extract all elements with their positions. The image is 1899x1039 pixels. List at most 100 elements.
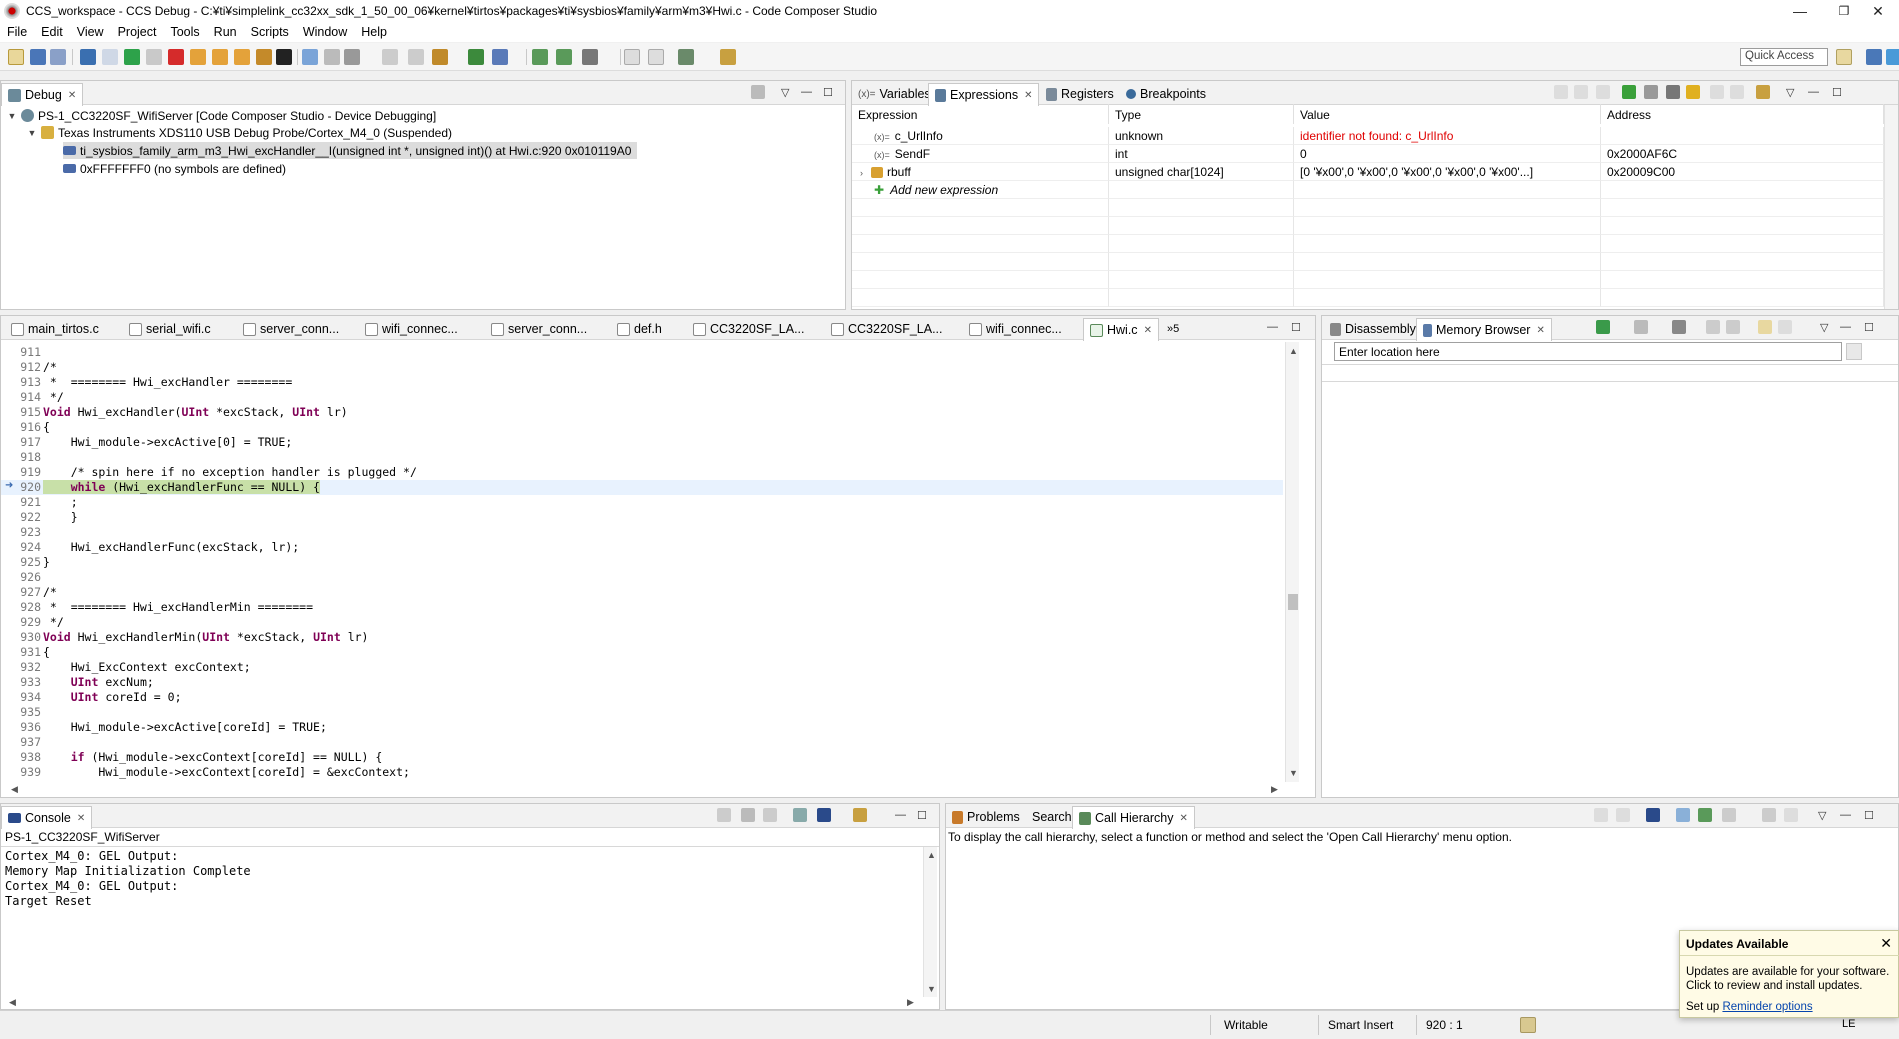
menu-project[interactable]: Project <box>111 25 164 39</box>
column-address[interactable]: Address <box>1601 104 1884 124</box>
reset-icon[interactable] <box>344 49 360 65</box>
remove-icon[interactable] <box>1644 85 1658 99</box>
refresh-icon[interactable] <box>1686 85 1700 99</box>
scroll-up-icon[interactable]: ▲ <box>1289 346 1298 356</box>
next-icon[interactable] <box>1594 808 1608 822</box>
collapse-icon[interactable] <box>1554 85 1568 99</box>
step-forward-icon[interactable] <box>556 49 572 65</box>
previous-icon[interactable] <box>1616 808 1630 822</box>
refresh-icon[interactable] <box>1596 320 1610 334</box>
scroll-right-icon[interactable]: ▶ <box>907 997 914 1008</box>
continuous-refresh-icon[interactable] <box>1756 85 1770 99</box>
maximize-view-icon[interactable]: ☐ <box>823 86 833 99</box>
reminder-options-link[interactable]: Reminder options <box>1722 1001 1812 1013</box>
pin-icon[interactable] <box>1758 320 1772 334</box>
table-row-expression[interactable]: (x)= SendF <box>852 145 1109 163</box>
layout-icon[interactable] <box>1722 808 1736 822</box>
pin-console-icon[interactable] <box>793 808 807 822</box>
ccs-perspective-icon[interactable] <box>1886 49 1899 65</box>
tab-debug[interactable]: Debug ✕ <box>1 83 84 106</box>
pin-icon[interactable] <box>1784 808 1798 822</box>
scrollbar-thumb[interactable] <box>1288 594 1298 610</box>
column-type[interactable]: Type <box>1109 104 1294 124</box>
window-icon[interactable] <box>624 49 640 65</box>
debug-icon[interactable] <box>80 49 96 65</box>
view-menu-icon[interactable]: ▽ <box>1786 86 1794 99</box>
remove-all-icon[interactable] <box>1666 85 1680 99</box>
tab-wifi-connec-1[interactable]: wifi_connec... <box>359 318 464 340</box>
add-expression-row[interactable]: ✚ Add new expression <box>852 181 1109 199</box>
minimize-view-icon[interactable]: — <box>1840 809 1851 821</box>
maximize-view-icon[interactable]: ☐ <box>1864 321 1874 334</box>
build-icon[interactable] <box>468 49 484 65</box>
vertical-scrollbar[interactable] <box>1884 105 1898 309</box>
step-over-icon[interactable] <box>212 49 228 65</box>
clear-console-icon[interactable] <box>717 808 731 822</box>
maximize-view-icon[interactable]: ☐ <box>1291 321 1301 334</box>
column-expression[interactable]: Expression <box>852 104 1109 124</box>
tab-cc3220sf-la-2[interactable]: CC3220SF_LA... <box>825 318 949 340</box>
tab-server-conn-2[interactable]: server_conn... <box>485 318 593 340</box>
terminate-icon[interactable] <box>168 49 184 65</box>
add-icon[interactable] <box>1622 85 1636 99</box>
tab-registers[interactable]: Registers <box>1040 83 1120 105</box>
column-value[interactable]: Value <box>1294 104 1601 124</box>
tab-problems[interactable]: Problems <box>946 806 1026 828</box>
close-icon[interactable]: ✕ <box>1536 325 1544 336</box>
location-input[interactable]: Enter location here <box>1334 342 1842 361</box>
minimize-button[interactable]: — <box>1778 0 1822 22</box>
assembly-step-icon[interactable] <box>256 49 272 65</box>
tab-main-tirtos[interactable]: main_tirtos.c <box>5 318 105 340</box>
scroll-lock-icon[interactable] <box>741 808 755 822</box>
step-into-icon[interactable] <box>190 49 206 65</box>
tree-item-project[interactable]: ▼ PS-1_CC3220SF_WifiServer [Code Compose… <box>7 107 437 124</box>
callees-icon[interactable] <box>1698 808 1712 822</box>
maximize-view-icon[interactable]: ☐ <box>1832 86 1842 99</box>
table-row-expression[interactable]: › rbuff <box>852 163 1109 181</box>
scroll-down-icon[interactable]: ▼ <box>1289 768 1298 778</box>
connect-icon[interactable] <box>382 49 398 65</box>
maximize-view-icon[interactable]: ☐ <box>917 809 927 822</box>
expand-arrow-icon[interactable]: ▼ <box>27 128 37 138</box>
open-perspective-icon[interactable] <box>1836 49 1852 65</box>
menu-run[interactable]: Run <box>207 25 244 39</box>
link-icon[interactable] <box>1574 85 1588 99</box>
tab-server-conn-1[interactable]: server_conn... <box>237 318 345 340</box>
step-back-icon[interactable] <box>532 49 548 65</box>
notification-body[interactable]: Updates are available for your software.… <box>1686 965 1896 993</box>
refresh-icon[interactable] <box>1762 808 1776 822</box>
tools-icon[interactable] <box>582 49 598 65</box>
settings-icon[interactable] <box>678 49 694 65</box>
menu-window[interactable]: Window <box>296 25 354 39</box>
menu-help[interactable]: Help <box>354 25 394 39</box>
tab-breakpoints[interactable]: Breakpoints <box>1120 83 1212 105</box>
close-icon[interactable]: ✕ <box>1144 325 1152 336</box>
close-icon[interactable]: ✕ <box>68 90 76 101</box>
scroll-left-icon[interactable]: ◀ <box>9 997 16 1008</box>
scroll-down-icon[interactable]: ▼ <box>927 984 936 994</box>
save-all-icon[interactable] <box>50 49 66 65</box>
new-view-icon[interactable] <box>1778 320 1792 334</box>
tab-disassembly[interactable]: Disassembly <box>1324 318 1422 340</box>
tab-console[interactable]: Console ✕ <box>1 806 93 829</box>
load-icon[interactable] <box>432 49 448 65</box>
view-menu-icon[interactable]: ▽ <box>781 86 789 99</box>
new-icon[interactable] <box>8 49 24 65</box>
tab-def-h[interactable]: def.h <box>611 318 668 340</box>
tab-serial-wifi[interactable]: serial_wifi.c <box>123 318 217 340</box>
minimize-view-icon[interactable]: — <box>1808 86 1819 98</box>
disconnect-icon[interactable] <box>408 49 424 65</box>
scroll-up-icon[interactable]: ▲ <box>927 850 936 860</box>
minimize-view-icon[interactable]: — <box>895 809 906 821</box>
instruction-stepping-icon[interactable] <box>302 49 318 65</box>
updates-notification[interactable]: Updates Available ✕ Updates are availabl… <box>1679 930 1899 1018</box>
tab-wifi-connec-2[interactable]: wifi_connec... <box>963 318 1068 340</box>
go-button[interactable] <box>1846 343 1862 360</box>
suspend-icon[interactable] <box>146 49 162 65</box>
back-icon[interactable] <box>1706 320 1720 334</box>
tab-memory-browser[interactable]: Memory Browser ✕ <box>1416 318 1552 341</box>
refresh-icon[interactable] <box>102 49 118 65</box>
tab-hwi-c[interactable]: Hwi.c ✕ <box>1083 318 1159 341</box>
pin-icon[interactable] <box>1710 85 1724 99</box>
close-icon[interactable]: ✕ <box>1024 90 1032 101</box>
